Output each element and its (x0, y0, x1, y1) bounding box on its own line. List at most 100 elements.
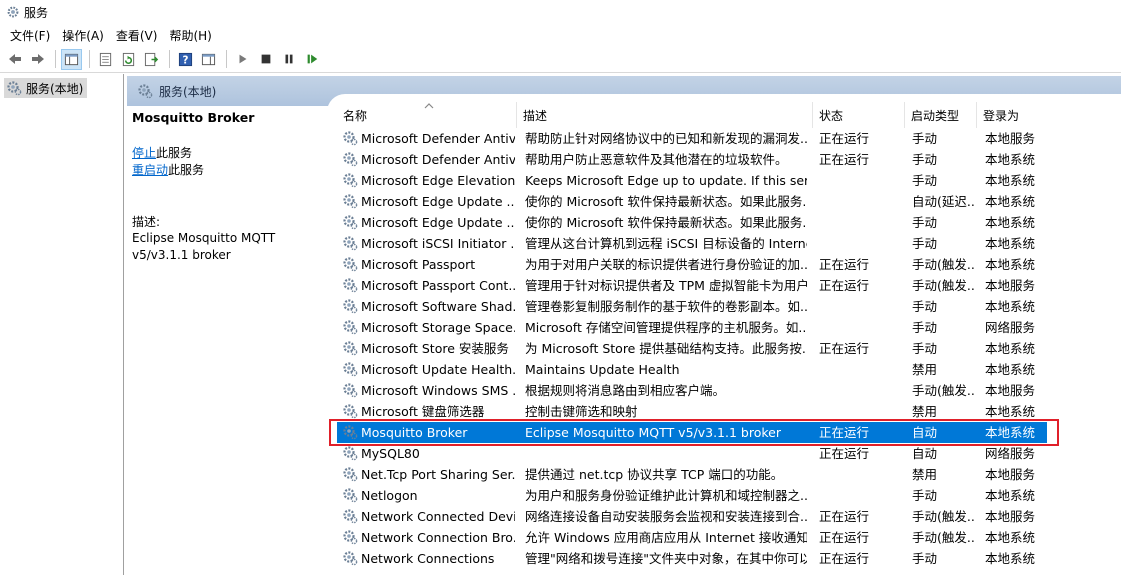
column-header-status[interactable]: 状态 (813, 102, 905, 128)
cell-logon: 本地系统 (985, 257, 1036, 272)
cell-name: Microsoft Store 安装服务 (361, 341, 509, 356)
show-hide-tree-icon[interactable] (61, 48, 82, 70)
cell-name: Microsoft Edge Update ... (361, 194, 515, 209)
table-row[interactable]: Microsoft iSCSI Initiator ... 管理从这台计算机到远程… (337, 233, 1121, 254)
column-header-logon-as[interactable]: 登录为 (977, 102, 1121, 128)
pane-header-label: 服务(本地) (159, 84, 217, 99)
cell-logon: 本地系统 (985, 173, 1036, 188)
title-bar: 服务 (0, 0, 1121, 24)
stop-service-icon[interactable] (255, 49, 276, 70)
cell-name: Microsoft Passport Cont... (361, 278, 515, 293)
table-row[interactable]: Microsoft Passport 为用于对用户关联的标识提供者进行身份验证的加… (337, 254, 1121, 275)
service-gear-icon (342, 529, 358, 545)
cell-desc: 帮助防止针对网络协议中的已知和新发现的漏洞发... (525, 131, 807, 146)
service-gear-icon (342, 508, 358, 524)
forward-arrow-icon[interactable] (27, 49, 48, 70)
cell-status (819, 212, 903, 233)
table-row[interactable]: Microsoft Software Shad... 管理卷影复制服务制作的基于软… (337, 296, 1121, 317)
table-row[interactable]: Microsoft Passport Cont... 管理用于针对标识提供者及 T… (337, 275, 1121, 296)
services-gear-icon (138, 84, 153, 99)
extended-view-icon[interactable] (198, 49, 219, 70)
cell-logon: 本地系统 (985, 341, 1036, 356)
menu-file[interactable]: 文件(F) (4, 27, 56, 44)
menu-view[interactable]: 查看(V) (110, 27, 164, 44)
resume-service-icon[interactable] (301, 49, 322, 70)
service-gear-icon (342, 382, 358, 398)
tree-item-services-local[interactable]: 服务(本地) (4, 78, 88, 98)
cell-desc: 管理卷影复制服务制作的基于软件的卷影副本。如... (525, 299, 807, 314)
table-row[interactable]: Microsoft Storage Space... Microsoft 存储空间… (337, 317, 1121, 338)
table-row[interactable]: Microsoft Edge Update ... 使你的 Microsoft 软… (337, 212, 1121, 233)
table-row[interactable]: Netlogon 为用户和服务身份验证维护此计算机和域控制器之... 手动 本地系统 (337, 485, 1121, 506)
table-row[interactable]: Microsoft Windows SMS ... 根据规则将消息路由到相应客户端… (337, 380, 1121, 401)
cell-status: 正在运行 (819, 446, 870, 461)
cell-logon: 本地服务 (985, 467, 1036, 482)
services-pane: 服务(本地) Mosquitto Broker 停止此服务 重启动此服务 描述:… (127, 74, 1121, 575)
cell-logon: 本地系统 (985, 236, 1036, 251)
cell-desc: 根据规则将消息路由到相应客户端。 (525, 383, 726, 398)
table-row[interactable]: Net.Tcp Port Sharing Ser... 提供通过 net.tcp … (337, 464, 1121, 485)
table-row[interactable]: Network Connection Bro... 允许 Windows 应用商店… (337, 527, 1121, 548)
table-row[interactable]: Microsoft Update Health... Maintains Upda… (337, 359, 1121, 380)
start-service-icon[interactable] (232, 49, 253, 70)
table-row[interactable]: Network Connected Devi... 网络连接设备自动安装服务会监视… (337, 506, 1121, 527)
column-header-label: 登录为 (983, 108, 1020, 123)
cell-name: Microsoft Defender Antiv... (361, 152, 515, 167)
cell-desc: 为用户和服务身份验证维护此计算机和域控制器之... (525, 488, 807, 503)
description-line: v5/v3.1.1 broker (132, 248, 231, 262)
table-row[interactable]: MySQL80 正在运行 自动 网络服务 (337, 443, 1121, 464)
cell-status (819, 359, 903, 380)
refresh-icon[interactable] (118, 49, 139, 70)
column-header-description[interactable]: 描述 (517, 102, 813, 128)
cell-name: Microsoft Software Shad... (361, 299, 515, 314)
cell-logon: 本地系统 (985, 551, 1036, 566)
cell-logon: 本地服务 (985, 383, 1036, 398)
pause-service-icon[interactable] (278, 49, 299, 70)
cell-startup: 手动 (912, 551, 938, 566)
selected-service-name: Mosquitto Broker (132, 110, 255, 125)
properties-icon[interactable] (95, 49, 116, 70)
cell-desc: Maintains Update Health (525, 362, 680, 377)
service-gear-icon (342, 340, 358, 356)
cell-startup: 自动(延迟... (912, 194, 974, 209)
cell-startup: 手动(触发... (912, 383, 974, 398)
cell-name: Microsoft Edge Elevation... (361, 173, 515, 188)
cell-desc: 管理"网络和拨号连接"文件夹中对象，在其中你可以... (525, 551, 807, 566)
restart-service-link[interactable]: 重启动 (132, 163, 168, 177)
export-list-icon[interactable] (141, 49, 162, 70)
cell-name: Microsoft Storage Space... (361, 320, 515, 335)
cell-status (819, 296, 903, 317)
tree-item-label: 服务(本地) (26, 81, 84, 96)
cell-status (819, 191, 903, 212)
back-arrow-icon[interactable] (4, 49, 25, 70)
cell-startup: 手动 (912, 299, 938, 314)
service-gear-icon (342, 130, 358, 146)
cell-name: Network Connected Devi... (361, 509, 515, 524)
menu-help[interactable]: 帮助(H) (163, 27, 217, 44)
table-row[interactable]: Microsoft Store 安装服务 为 Microsoft Store 提供… (337, 338, 1121, 359)
menu-action[interactable]: 操作(A) (56, 27, 110, 44)
sort-ascending-icon (424, 102, 434, 113)
service-gear-icon (342, 214, 358, 230)
cell-startup: 自动 (912, 446, 938, 461)
cell-status (819, 170, 903, 191)
help-icon[interactable]: ? (175, 49, 196, 70)
column-header-startup-type[interactable]: 启动类型 (905, 102, 977, 128)
cell-desc: Microsoft 存储空间管理提供程序的主机服务。如... (525, 320, 807, 335)
table-row[interactable]: Microsoft Defender Antiv... 帮助用户防止恶意软件及其他… (337, 149, 1121, 170)
cell-desc: 管理用于针对标识提供者及 TPM 虚拟智能卡为用户... (525, 278, 807, 293)
service-gear-icon (342, 319, 358, 335)
cell-logon: 本地系统 (985, 215, 1036, 230)
column-header-name[interactable]: 名称 (337, 102, 517, 128)
table-row[interactable]: Microsoft Edge Update ... 使你的 Microsoft 软… (337, 191, 1121, 212)
cell-logon: 本地服务 (985, 509, 1036, 524)
cell-status (819, 464, 903, 485)
cell-startup: 手动 (912, 320, 938, 335)
table-row[interactable]: Microsoft Defender Antiv... 帮助防止针对网络协议中的已… (337, 128, 1121, 149)
table-row[interactable]: Microsoft Edge Elevation... Keeps Microso… (337, 170, 1121, 191)
stop-service-link[interactable]: 停止 (132, 146, 156, 160)
toolbar-separator (89, 50, 90, 68)
cell-name: Microsoft Edge Update ... (361, 215, 515, 230)
cell-startup: 手动 (912, 131, 938, 146)
table-row[interactable]: Network Connections 管理"网络和拨号连接"文件夹中对象，在其中… (337, 548, 1121, 569)
